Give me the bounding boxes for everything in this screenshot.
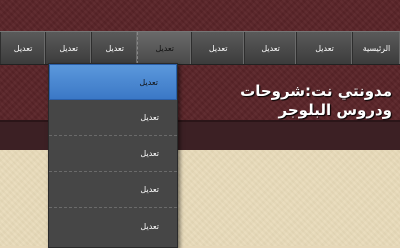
nav-item-edit-5[interactable]: تعديل (91, 32, 137, 64)
nav-item-edit-4-active[interactable]: تعديل (137, 32, 192, 64)
nav-item-edit-6[interactable]: تعديل (45, 32, 91, 64)
nav-item-edit-3[interactable]: تعديل (191, 32, 244, 64)
nav-dropdown-menu: تعديل تعديل تعديل تعديل تعديل (48, 63, 178, 248)
nav-item-edit-1[interactable]: تعديل (296, 32, 352, 64)
nav-item-home[interactable]: الرئيسية (351, 32, 400, 64)
nav-item-edit-7[interactable]: تعديل (0, 32, 45, 64)
nav-item-edit-2[interactable]: تعديل (244, 32, 296, 64)
dropdown-item-4[interactable]: تعديل (49, 172, 177, 208)
dropdown-item-2[interactable]: تعديل (49, 100, 177, 136)
dropdown-item-5[interactable]: تعديل (49, 208, 177, 244)
main-navbar: الرئيسية تعديل تعديل تعديل تعديل تعديل ت… (0, 31, 400, 65)
dropdown-item-1-hovered[interactable]: تعديل (49, 64, 177, 100)
blog-title[interactable]: مدونتي نت:شروحات ودروس البلوجر (192, 82, 392, 120)
dropdown-item-3[interactable]: تعديل (49, 136, 177, 172)
